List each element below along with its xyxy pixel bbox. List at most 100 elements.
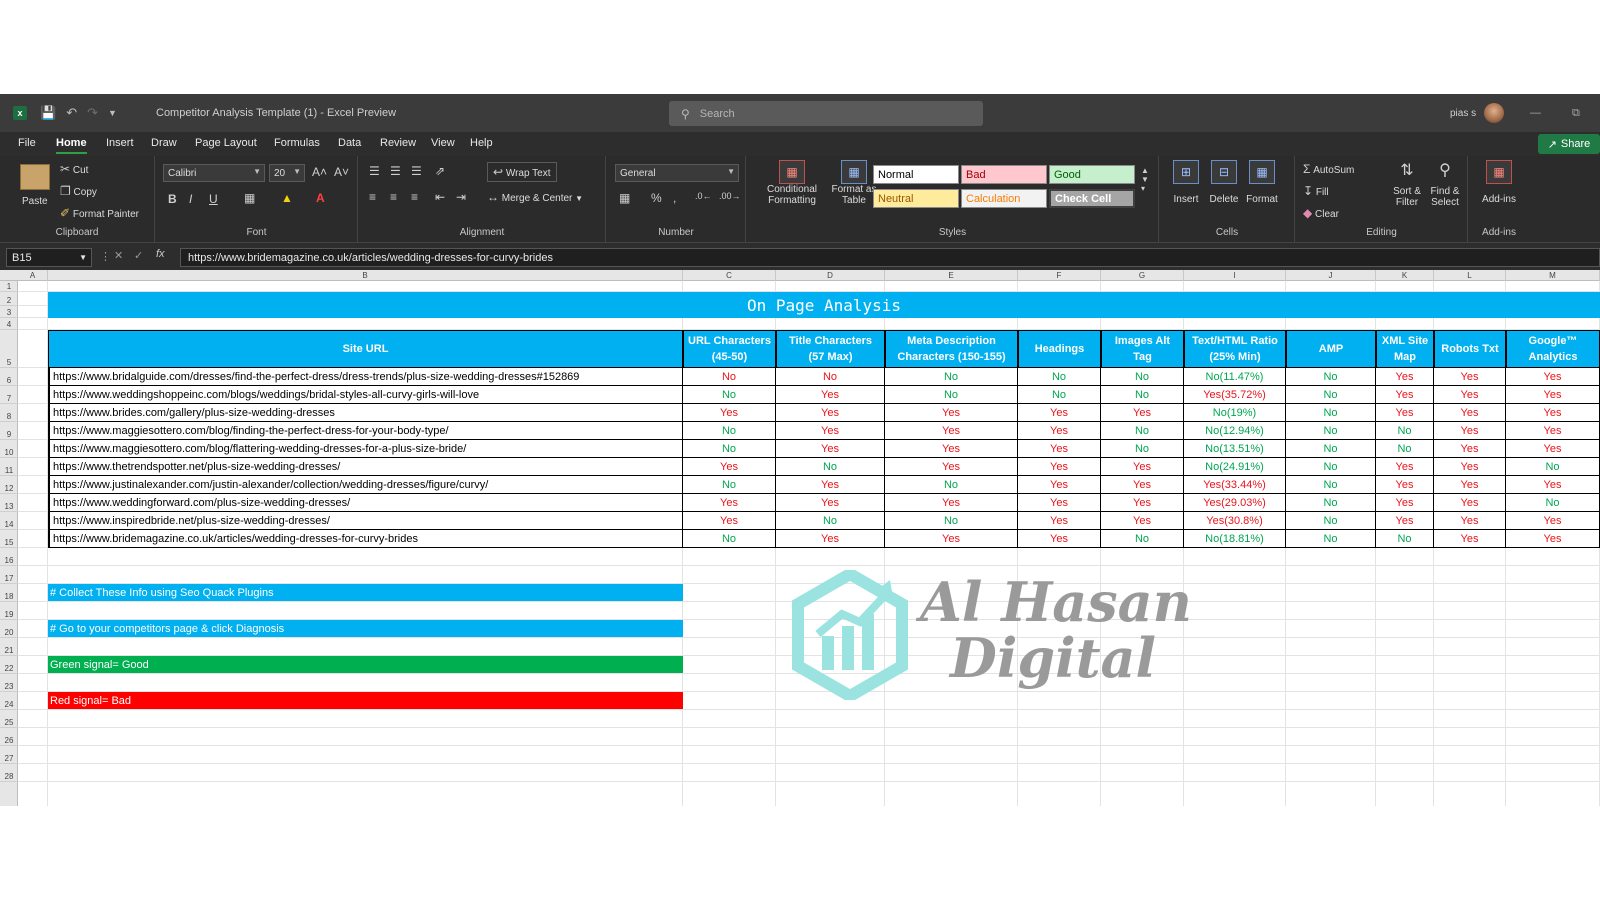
value-cell[interactable]: Yes [683,458,776,476]
value-cell[interactable]: No [1101,440,1184,458]
style-normal[interactable]: Normal [873,165,959,184]
bold-icon[interactable]: B [168,192,177,206]
orientation-icon[interactable]: ⇗ [435,164,445,178]
comma-icon[interactable]: , [673,191,676,205]
column-header[interactable]: M [1506,270,1600,281]
addins-button[interactable]: ▦ Add-ins [1477,160,1521,205]
value-cell[interactable]: Yes [683,404,776,422]
value-cell[interactable]: No [1376,440,1434,458]
find-select-button[interactable]: ⚲ Find & Select [1428,160,1462,208]
customize-toolbar-icon[interactable]: ▼ [108,108,117,118]
style-neutral[interactable]: Neutral [873,189,959,208]
conditional-formatting-button[interactable]: ▦ Conditional Formatting [762,160,822,206]
value-cell[interactable]: No [1286,530,1376,548]
value-cell[interactable]: Yes [1376,458,1434,476]
value-cell[interactable]: Yes(35.72%) [1184,386,1286,404]
value-cell[interactable]: Yes [1506,422,1600,440]
column-header[interactable]: E [885,270,1018,281]
value-cell[interactable]: No(12.94%) [1184,422,1286,440]
row-header[interactable]: 5 [0,330,18,368]
value-cell[interactable]: Yes [776,476,885,494]
site-url-cell[interactable]: https://www.bridemagazine.co.uk/articles… [48,530,683,548]
table-header-cell[interactable]: Title Characters (57 Max) [776,330,885,368]
format-as-table-button[interactable]: ▦ Format as Table [829,160,879,206]
enter-icon[interactable]: ✓ [134,249,143,262]
copy-button[interactable]: ❐ Copy [60,184,97,198]
table-header-cell[interactable]: Google™ Analytics [1506,330,1600,368]
value-cell[interactable]: Yes [1018,476,1101,494]
font-color-icon[interactable]: A [316,191,325,205]
tab-help[interactable]: Help [470,137,493,149]
site-url-cell[interactable]: https://www.weddingforward.com/plus-size… [48,494,683,512]
restore-icon[interactable]: ⧉ [1572,107,1580,120]
column-header[interactable]: C [683,270,776,281]
site-url-cell[interactable]: https://www.bridalguide.com/dresses/find… [48,368,683,386]
row-header[interactable]: 15 [0,530,18,548]
value-cell[interactable]: No [1286,422,1376,440]
row-header[interactable]: 14 [0,512,18,530]
row-header[interactable]: 10 [0,440,18,458]
value-cell[interactable]: No [1376,530,1434,548]
clear-button[interactable]: ◆ Clear [1303,206,1339,220]
note-cell[interactable]: # Go to your competitors page & click Di… [48,620,683,637]
row-header[interactable]: 20 [0,620,18,638]
value-cell[interactable]: No(24.91%) [1184,458,1286,476]
value-cell[interactable]: Yes [1434,422,1506,440]
row-header[interactable]: 21 [0,638,18,656]
value-cell[interactable]: No [1286,512,1376,530]
value-cell[interactable]: No [776,458,885,476]
value-cell[interactable]: No [683,530,776,548]
value-cell[interactable]: Yes [1434,512,1506,530]
row-header[interactable]: 1 [0,281,18,292]
tab-data[interactable]: Data [338,137,361,149]
merge-center-button[interactable]: ↔ Merge & Center ▼ [487,190,583,204]
row-header[interactable]: 22 [0,656,18,674]
row-header[interactable]: 19 [0,602,18,620]
italic-icon[interactable]: I [189,192,192,206]
decrease-decimal-icon[interactable]: .00→ [719,191,741,201]
align-middle-icon[interactable]: ☰ [390,164,401,178]
value-cell[interactable]: Yes [1506,476,1600,494]
row-header[interactable]: 16 [0,548,18,566]
value-cell[interactable]: Yes [1018,458,1101,476]
value-cell[interactable]: Yes [776,404,885,422]
value-cell[interactable]: Yes(33.44%) [1184,476,1286,494]
value-cell[interactable]: No [1286,494,1376,512]
column-header[interactable]: J [1286,270,1376,281]
currency-icon[interactable]: ▦ [619,191,630,205]
insert-function-icon[interactable]: fx [156,248,165,260]
value-cell[interactable]: No [776,512,885,530]
site-url-cell[interactable]: https://www.brides.com/gallery/plus-size… [48,404,683,422]
value-cell[interactable]: Yes [1101,512,1184,530]
column-header[interactable]: L [1434,270,1506,281]
align-center-icon[interactable]: ≡ [390,190,397,204]
column-header[interactable]: G [1101,270,1184,281]
value-cell[interactable]: Yes [683,494,776,512]
row-header[interactable]: 13 [0,494,18,512]
row-header[interactable]: 11 [0,458,18,476]
value-cell[interactable]: Yes [1101,404,1184,422]
align-left-icon[interactable]: ≡ [369,190,376,204]
value-cell[interactable]: Yes [1101,494,1184,512]
value-cell[interactable]: Yes(30.8%) [1184,512,1286,530]
column-header[interactable]: I [1184,270,1286,281]
value-cell[interactable]: No [683,386,776,404]
row-header[interactable]: 6 [0,368,18,386]
value-cell[interactable]: No [683,422,776,440]
row-header[interactable]: 28 [0,764,18,782]
value-cell[interactable]: Yes [1101,476,1184,494]
value-cell[interactable]: Yes [1506,530,1600,548]
minimize-icon[interactable]: — [1530,107,1541,119]
value-cell[interactable]: Yes [776,494,885,512]
value-cell[interactable]: Yes [1376,476,1434,494]
column-header[interactable]: K [1376,270,1434,281]
value-cell[interactable]: No [683,476,776,494]
increase-indent-icon[interactable]: ⇥ [456,190,466,204]
align-top-icon[interactable]: ☰ [369,164,380,178]
value-cell[interactable]: Yes [1376,368,1434,386]
value-cell[interactable]: Yes [1376,404,1434,422]
value-cell[interactable]: No [885,476,1018,494]
table-header-cell[interactable]: Robots Txt [1434,330,1506,368]
table-header-cell[interactable]: Text/HTML Ratio (25% Min) [1184,330,1286,368]
value-cell[interactable]: No [1286,368,1376,386]
